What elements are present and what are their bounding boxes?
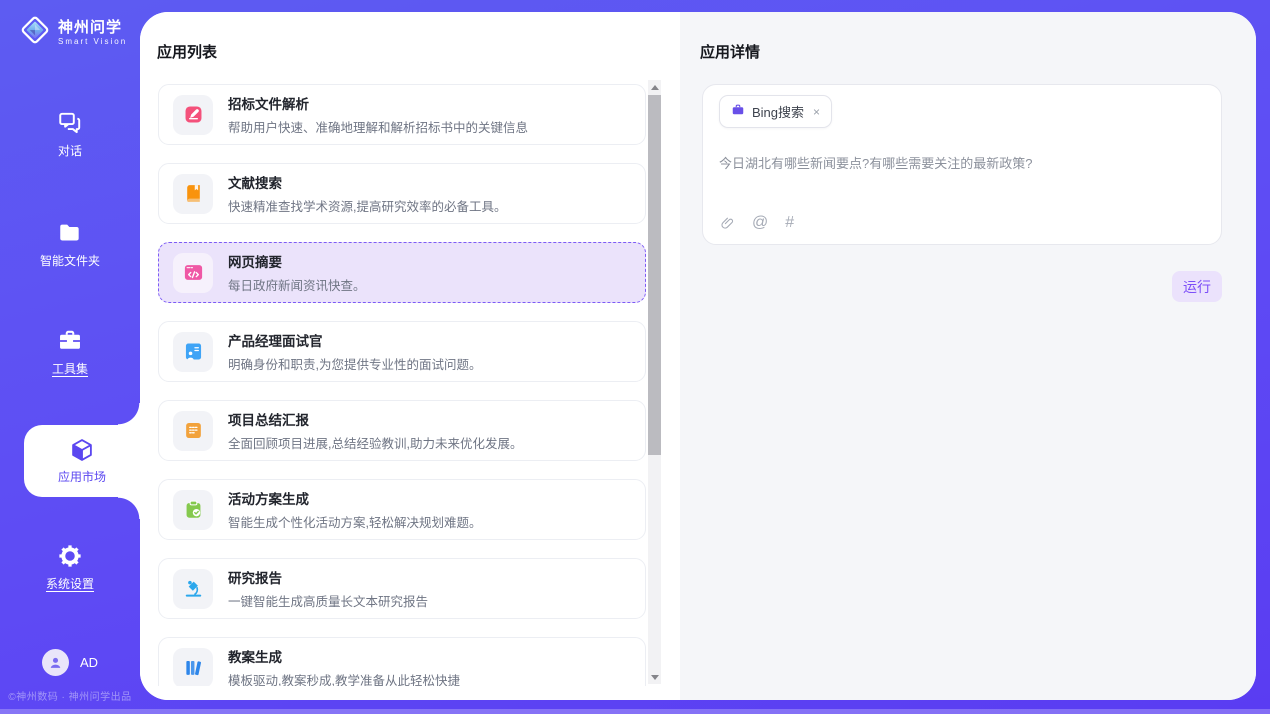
sidebar-item-label: 应用市场 bbox=[58, 468, 106, 485]
sidebar-item-label: 工具集 bbox=[52, 360, 88, 377]
app-item-name: 活动方案生成 bbox=[228, 488, 481, 508]
folder-icon bbox=[57, 220, 83, 246]
app-list-panel: 应用列表 招标文件解析帮助用户快速、准确地理解和解析招标书中的关键信息文献搜索快… bbox=[140, 12, 680, 700]
brand-logo-icon bbox=[18, 13, 52, 52]
sidebar: 神州问学 Smart Vision 对话智能文件夹工具集应用市场系统设置 AD … bbox=[0, 0, 140, 714]
app-item-description: 全面回顾项目进展,总结经验教训,助力未来优化发展。 bbox=[228, 433, 522, 452]
mention-at-icon[interactable]: @ bbox=[752, 214, 768, 232]
app-list-item[interactable]: 产品经理面试官明确身份和职责,为您提供专业性的面试问题。 bbox=[158, 321, 646, 382]
books-icon bbox=[173, 648, 213, 687]
app-item-description: 快速精准查找学术资源,提高研究效率的必备工具。 bbox=[228, 196, 506, 215]
run-button[interactable]: 运行 bbox=[1172, 271, 1222, 302]
app-list: 招标文件解析帮助用户快速、准确地理解和解析招标书中的关键信息文献搜索快速精准查找… bbox=[158, 84, 646, 686]
app-item-name: 教案生成 bbox=[228, 646, 460, 666]
sidebar-item-folder[interactable]: 智能文件夹 bbox=[0, 220, 140, 269]
prompt-text[interactable]: 今日湖北有哪些新闻要点?有哪些需要关注的最新政策? bbox=[719, 153, 1205, 172]
sidebar-item-label: 智能文件夹 bbox=[40, 252, 100, 269]
app-item-name: 研究报告 bbox=[228, 567, 428, 587]
brand: 神州问学 Smart Vision bbox=[18, 13, 127, 52]
app-item-description: 智能生成个性化活动方案,轻松解决规划难题。 bbox=[228, 512, 481, 531]
copyright-footer: ©神州数码 · 神州问学出品 bbox=[0, 688, 140, 703]
window-bottom-edge bbox=[0, 709, 1270, 714]
chat-icon bbox=[57, 110, 83, 136]
user-initials: AD bbox=[80, 655, 98, 670]
triangle-up-icon bbox=[651, 85, 659, 90]
app-item-name: 产品经理面试官 bbox=[228, 330, 481, 350]
attach-paperclip-icon[interactable] bbox=[720, 216, 735, 231]
chip-close-icon[interactable]: × bbox=[813, 105, 820, 119]
app-list-item[interactable]: 招标文件解析帮助用户快速、准确地理解和解析招标书中的关键信息 bbox=[158, 84, 646, 145]
microscope-icon bbox=[173, 569, 213, 609]
app-item-name: 招标文件解析 bbox=[228, 93, 528, 113]
scrollbar-thumb[interactable] bbox=[648, 95, 661, 455]
app-item-description: 明确身份和职责,为您提供专业性的面试问题。 bbox=[228, 354, 481, 373]
sidebar-item-cube[interactable]: 应用市场 bbox=[24, 425, 140, 497]
briefcase-icon bbox=[731, 103, 745, 120]
app-item-description: 模板驱动,教案秒成,教学准备从此轻松快捷 bbox=[228, 670, 460, 686]
avatar bbox=[42, 649, 69, 676]
notes-icon bbox=[173, 411, 213, 451]
clipboard-check-icon bbox=[173, 490, 213, 530]
edit-square-icon bbox=[173, 95, 213, 135]
brand-name: 神州问学 bbox=[58, 19, 127, 36]
web-code-icon bbox=[173, 253, 213, 293]
scroll-down-button[interactable] bbox=[648, 670, 661, 684]
sidebar-item-toolbox[interactable]: 工具集 bbox=[0, 328, 140, 377]
book-icon bbox=[173, 174, 213, 214]
tool-chip-label: Bing搜索 bbox=[752, 102, 804, 121]
topic-hash-icon[interactable]: # bbox=[785, 214, 794, 232]
scrollbar[interactable] bbox=[648, 80, 661, 684]
scroll-up-button[interactable] bbox=[648, 80, 661, 94]
sidebar-item-label: 对话 bbox=[58, 142, 82, 159]
sidebar-item-chat[interactable]: 对话 bbox=[0, 110, 140, 159]
prompt-card[interactable]: Bing搜索 × 今日湖北有哪些新闻要点?有哪些需要关注的最新政策? @ # bbox=[702, 84, 1222, 245]
app-list-item[interactable]: 文献搜索快速精准查找学术资源,提高研究效率的必备工具。 bbox=[158, 163, 646, 224]
toolbox-icon bbox=[57, 328, 83, 354]
app-item-name: 网页摘要 bbox=[228, 251, 366, 271]
app-item-name: 项目总结汇报 bbox=[228, 409, 522, 429]
app-list-item[interactable]: 教案生成模板驱动,教案秒成,教学准备从此轻松快捷 bbox=[158, 637, 646, 686]
gear-icon bbox=[57, 543, 83, 569]
app-list-item[interactable]: 活动方案生成智能生成个性化活动方案,轻松解决规划难题。 bbox=[158, 479, 646, 540]
interview-icon bbox=[173, 332, 213, 372]
app-item-description: 每日政府新闻资讯快查。 bbox=[228, 275, 366, 294]
app-item-name: 文献搜索 bbox=[228, 172, 506, 192]
brand-subtitle: Smart Vision bbox=[58, 37, 127, 46]
app-list-item[interactable]: 网页摘要每日政府新闻资讯快查。 bbox=[158, 242, 646, 303]
app-list-item[interactable]: 研究报告一键智能生成高质量长文本研究报告 bbox=[158, 558, 646, 619]
app-detail-title: 应用详情 bbox=[700, 41, 760, 62]
cube-icon bbox=[69, 437, 95, 463]
triangle-down-icon bbox=[651, 675, 659, 680]
tool-chip-bing-search[interactable]: Bing搜索 × bbox=[719, 95, 832, 128]
app-item-description: 帮助用户快速、准确地理解和解析招标书中的关键信息 bbox=[228, 117, 528, 136]
main-content: 应用列表 招标文件解析帮助用户快速、准确地理解和解析招标书中的关键信息文献搜索快… bbox=[140, 12, 1256, 700]
app-list-title: 应用列表 bbox=[157, 41, 217, 62]
sidebar-item-gear[interactable]: 系统设置 bbox=[0, 543, 140, 592]
app-detail-panel: 应用详情 Bing搜索 × 今日湖北有哪些新闻要点?有哪些需要关注的最新政策? … bbox=[680, 12, 1256, 700]
app-list-item[interactable]: 项目总结汇报全面回顾项目进展,总结经验教训,助力未来优化发展。 bbox=[158, 400, 646, 461]
sidebar-item-label: 系统设置 bbox=[46, 575, 94, 592]
app-item-description: 一键智能生成高质量长文本研究报告 bbox=[228, 591, 428, 610]
user-account[interactable]: AD bbox=[0, 649, 140, 676]
